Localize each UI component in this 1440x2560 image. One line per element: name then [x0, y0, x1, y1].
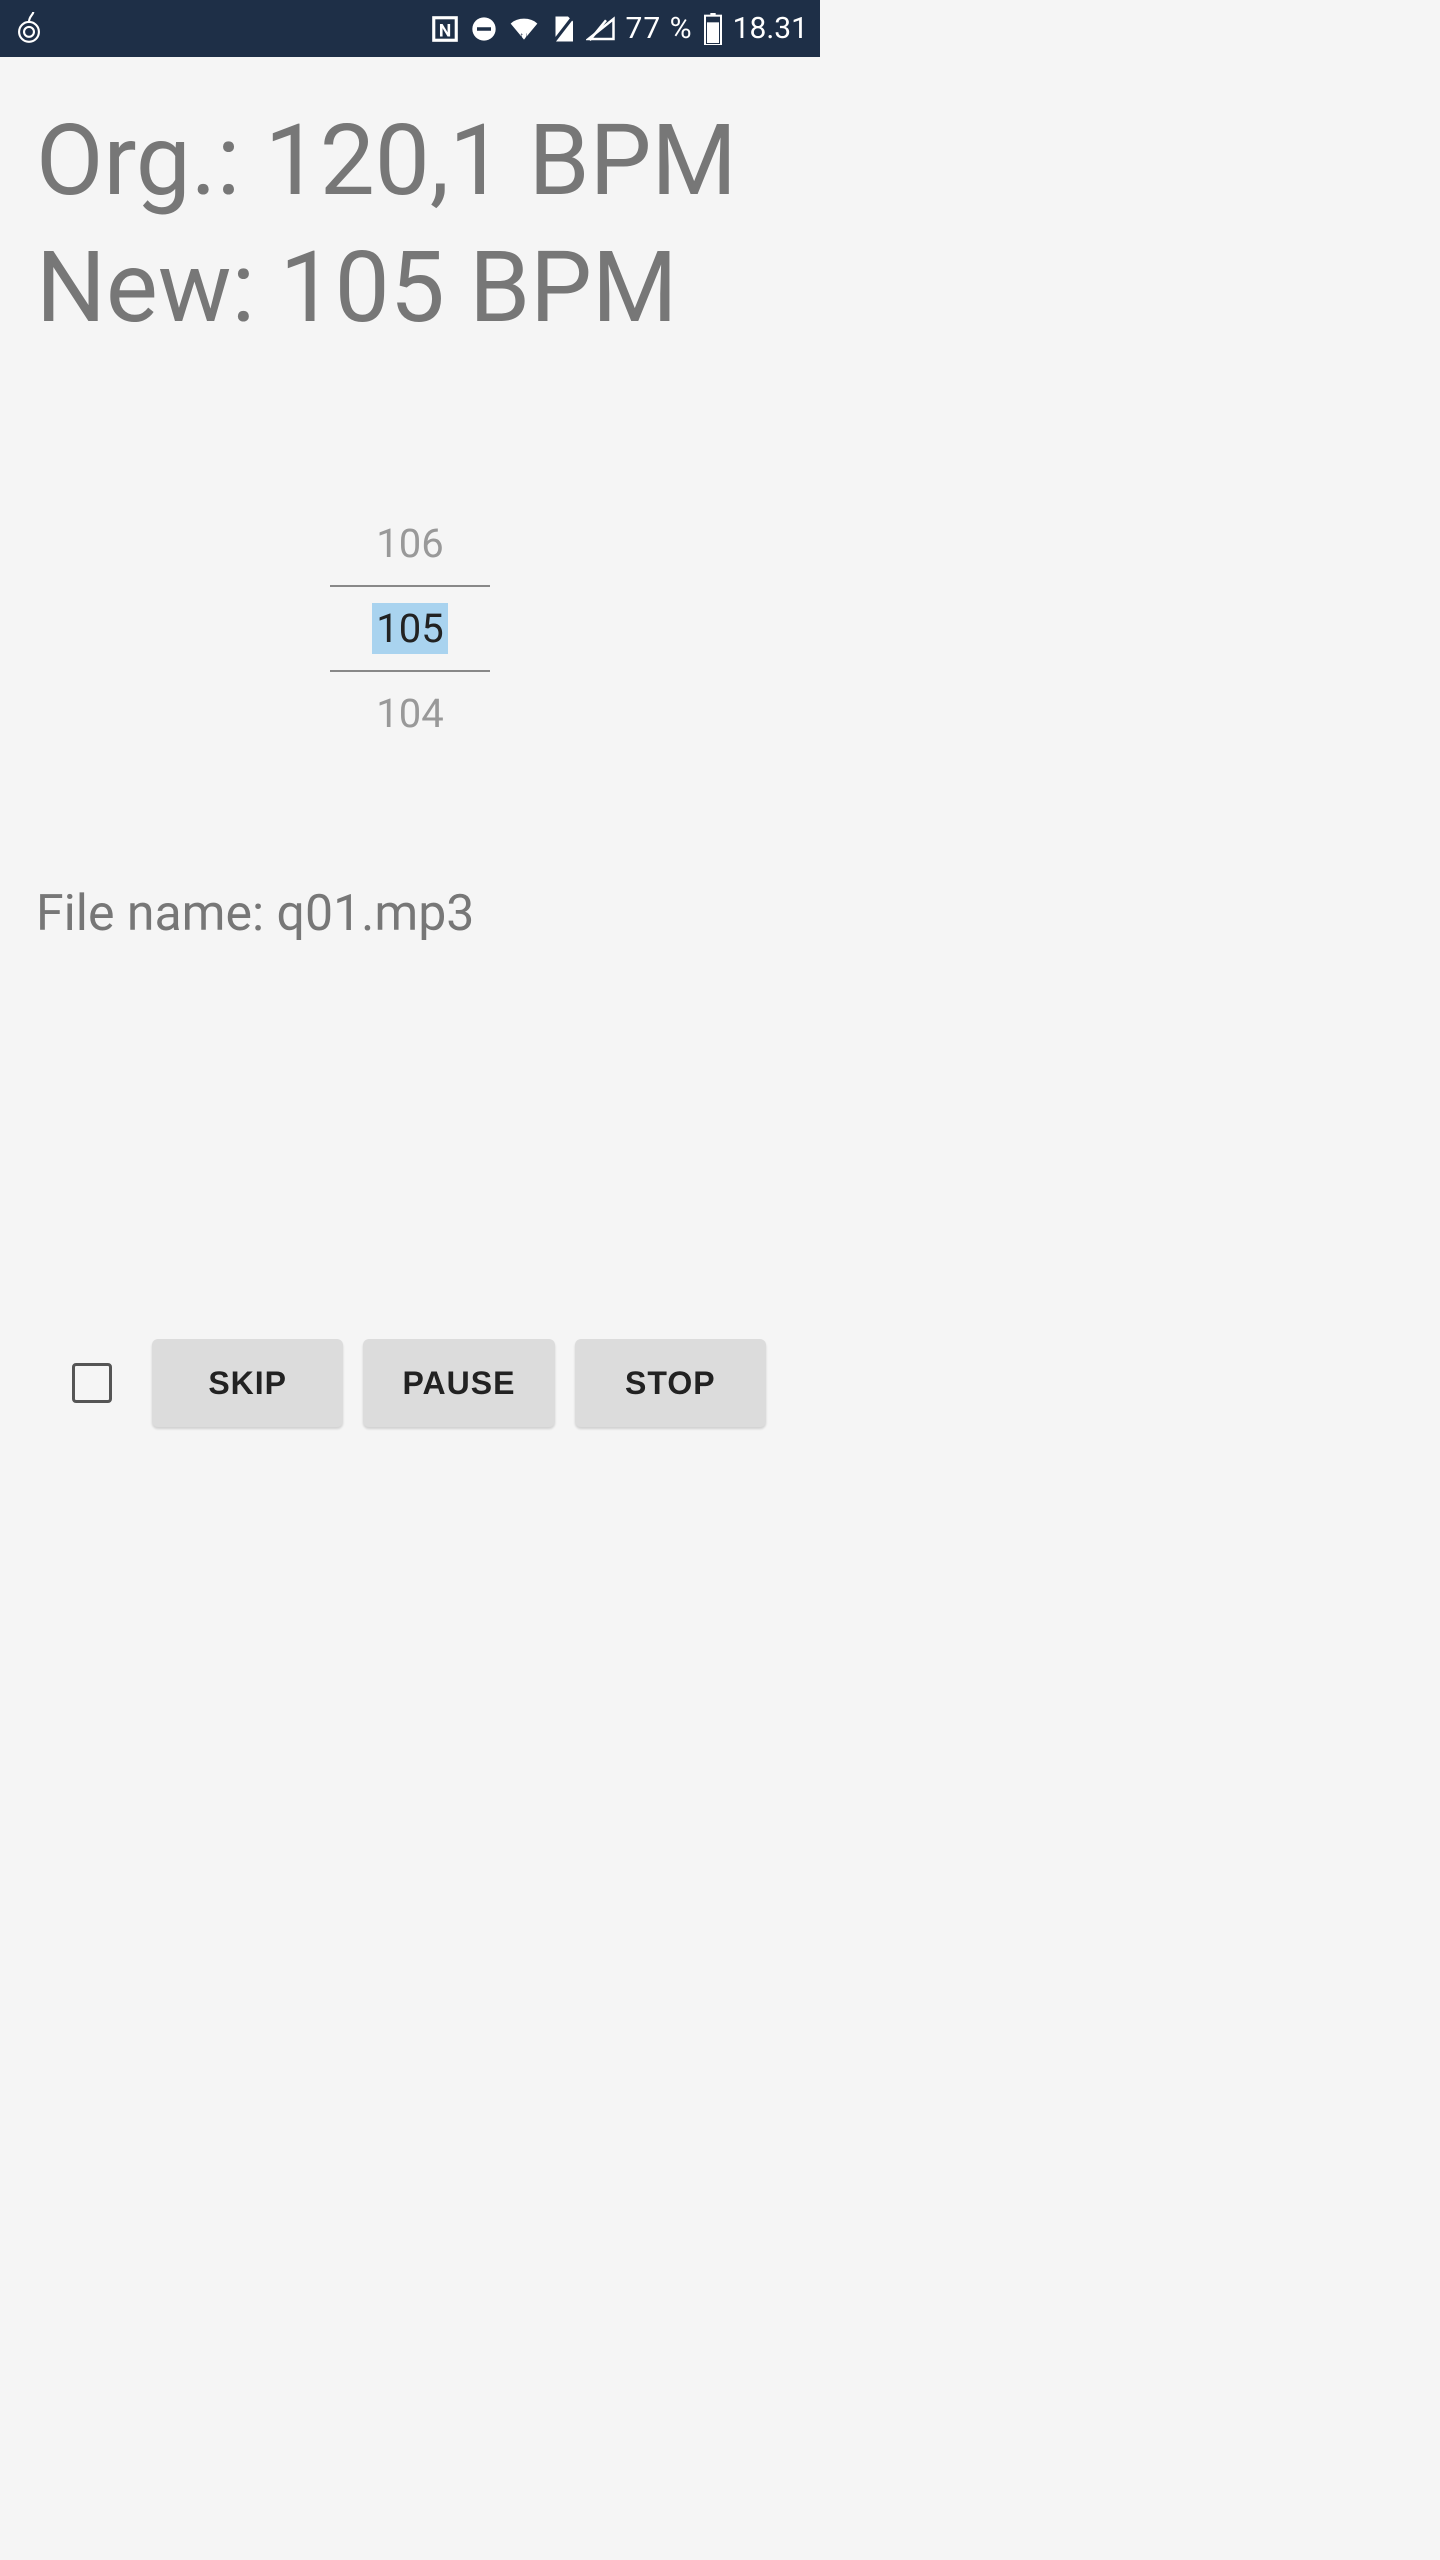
no-sim-icon — [550, 14, 576, 44]
no-signal-icon — [586, 15, 616, 43]
status-bar: N ↑↓ 77 % — [0, 0, 820, 57]
dnd-icon — [470, 15, 498, 43]
stop-button[interactable]: STOP — [575, 1339, 766, 1427]
wifi-icon: ↑↓ — [508, 15, 540, 43]
main-content: Org.: 120,1 BPM New: 105 BPM 106 105 104… — [0, 57, 820, 1457]
loop-checkbox[interactable] — [72, 1363, 112, 1403]
clock: 18.31 — [733, 11, 808, 46]
nfc-icon: N — [430, 14, 460, 44]
picker-value-above[interactable]: 106 — [330, 502, 490, 585]
new-bpm-label: New: 105 BPM — [36, 224, 784, 351]
pause-button[interactable]: PAUSE — [363, 1339, 554, 1427]
bpm-number-picker[interactable]: 106 105 104 — [330, 502, 490, 755]
app-notification-icon — [12, 12, 46, 46]
picker-value-below[interactable]: 104 — [330, 672, 490, 755]
svg-text:N: N — [438, 21, 450, 41]
battery-percentage: 77 % — [626, 11, 693, 46]
battery-icon — [703, 13, 723, 45]
skip-button[interactable]: SKIP — [152, 1339, 343, 1427]
controls-bar: SKIP PAUSE STOP — [36, 1319, 784, 1457]
original-bpm-label: Org.: 120,1 BPM — [36, 97, 784, 224]
file-name-label: File name: q01.mp3 — [36, 885, 784, 943]
svg-text:↑↓: ↑↓ — [519, 30, 528, 41]
picker-value-selected[interactable]: 105 — [330, 585, 490, 672]
